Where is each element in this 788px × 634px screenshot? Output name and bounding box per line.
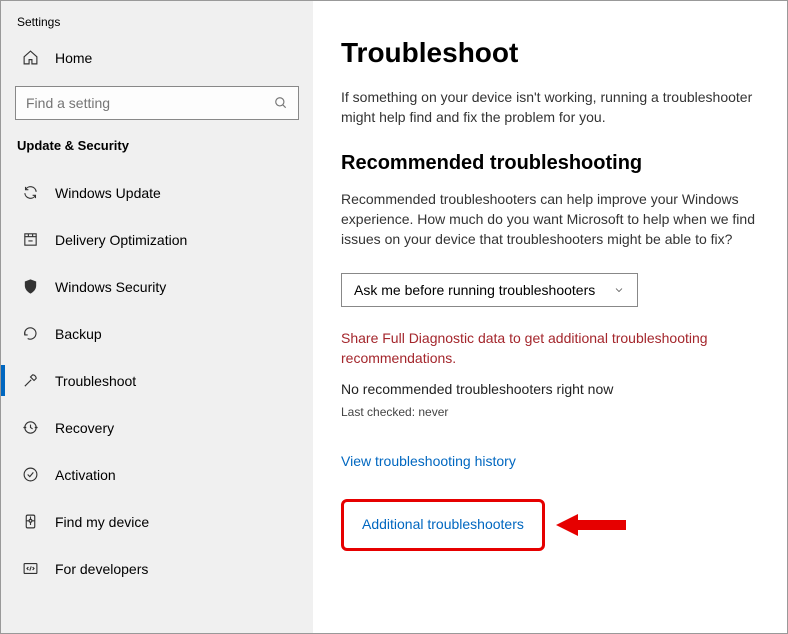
sidebar-item-windows-update[interactable]: Windows Update (1, 169, 313, 216)
annotation-highlight-box: Additional troubleshooters (341, 499, 545, 551)
window-title: Settings (1, 13, 313, 29)
main-content: Troubleshoot If something on your device… (313, 1, 787, 633)
troubleshoot-preference-dropdown[interactable]: Ask me before running troubleshooters (341, 273, 638, 307)
sidebar-item-label: Find my device (55, 514, 149, 530)
recommended-heading: Recommended troubleshooting (341, 152, 759, 175)
backup-icon (21, 325, 39, 342)
delivery-icon (21, 231, 39, 248)
recommended-text: Recommended troubleshooters can help imp… (341, 189, 759, 250)
shield-icon (21, 278, 39, 295)
recovery-icon (21, 419, 39, 436)
additional-troubleshooters-link[interactable]: Additional troubleshooters (362, 516, 524, 532)
sidebar-item-activation[interactable]: Activation (1, 451, 313, 498)
page-title: Troubleshoot (341, 37, 759, 69)
sidebar: Settings Home Update & Security Windows … (1, 1, 313, 633)
sidebar-item-backup[interactable]: Backup (1, 310, 313, 357)
sidebar-item-label: Activation (55, 467, 116, 483)
sidebar-item-recovery[interactable]: Recovery (1, 404, 313, 451)
sidebar-item-label: Windows Update (55, 185, 161, 201)
sidebar-item-label: Windows Security (55, 279, 166, 295)
search-icon (274, 96, 288, 110)
code-icon (21, 560, 39, 577)
sidebar-item-find-my-device[interactable]: Find my device (1, 498, 313, 545)
diagnostic-warning: Share Full Diagnostic data to get additi… (341, 329, 759, 368)
last-checked-text: Last checked: never (341, 405, 759, 419)
refresh-icon (21, 184, 39, 201)
location-icon (21, 513, 39, 530)
search-input-container[interactable] (15, 86, 299, 120)
check-circle-icon (21, 466, 39, 483)
recommended-status: No recommended troubleshooters right now (341, 381, 759, 397)
intro-text: If something on your device isn't workin… (341, 87, 759, 128)
sidebar-item-label: Delivery Optimization (55, 232, 187, 248)
home-label: Home (55, 50, 92, 66)
sidebar-section-header: Update & Security (1, 136, 313, 169)
home-icon (21, 49, 39, 66)
sidebar-item-label: For developers (55, 561, 148, 577)
sidebar-item-label: Recovery (55, 420, 114, 436)
home-button[interactable]: Home (1, 29, 313, 78)
sidebar-item-label: Backup (55, 326, 102, 342)
view-history-link[interactable]: View troubleshooting history (341, 453, 516, 469)
search-input[interactable] (26, 95, 249, 111)
sidebar-item-troubleshoot[interactable]: Troubleshoot (1, 357, 313, 404)
sidebar-item-label: Troubleshoot (55, 373, 136, 389)
sidebar-item-windows-security[interactable]: Windows Security (1, 263, 313, 310)
wrench-icon (21, 372, 39, 389)
sidebar-item-for-developers[interactable]: For developers (1, 545, 313, 592)
sidebar-item-delivery-optimization[interactable]: Delivery Optimization (1, 216, 313, 263)
chevron-down-icon (613, 284, 625, 296)
dropdown-value: Ask me before running troubleshooters (354, 282, 595, 298)
annotation-arrow-icon (556, 512, 626, 538)
